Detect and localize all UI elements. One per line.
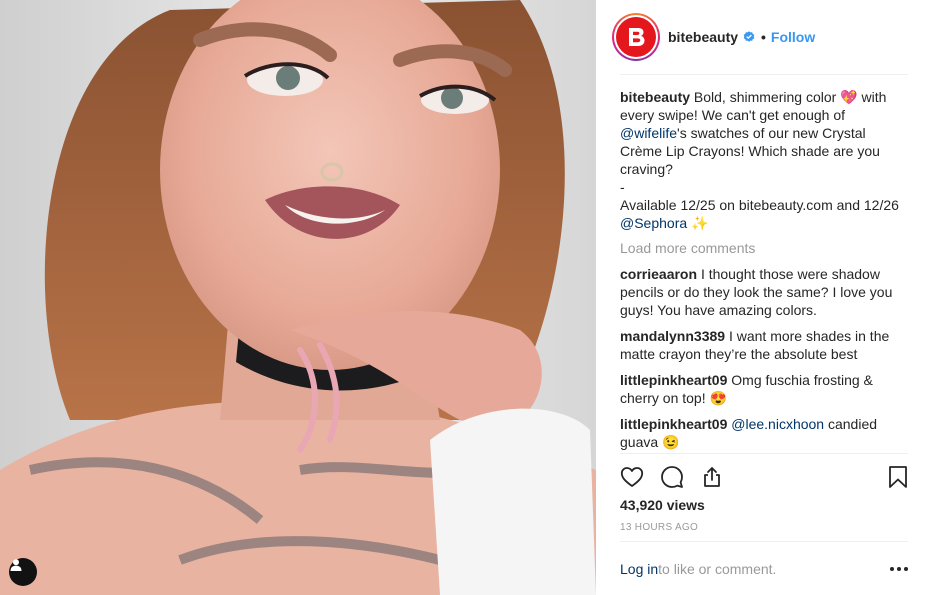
post-caption: bitebeauty Bold, shimmering color 💖 with… bbox=[620, 88, 910, 232]
user-tag-icon bbox=[10, 559, 22, 571]
follow-button[interactable]: Follow bbox=[771, 29, 815, 45]
comment-username[interactable]: littlepinkheart09 bbox=[620, 372, 727, 388]
bookmark-icon bbox=[889, 466, 907, 488]
login-prompt: Log in to like or comment. bbox=[620, 561, 910, 577]
comment-item: mandalynn3389 I want more shades in the … bbox=[620, 327, 910, 363]
login-link[interactable]: Log in bbox=[620, 561, 658, 577]
footer-divider bbox=[620, 541, 908, 542]
header-separator: • bbox=[761, 29, 766, 45]
like-button[interactable] bbox=[619, 464, 645, 490]
actions-divider bbox=[620, 453, 908, 454]
header-divider bbox=[620, 74, 908, 75]
avatar-story-ring[interactable] bbox=[612, 13, 660, 61]
user-tag-button[interactable] bbox=[9, 558, 37, 586]
login-prompt-text: to like or comment. bbox=[658, 561, 777, 577]
comment-item: littlepinkheart09 @lee.nicxhoon candied … bbox=[620, 415, 910, 451]
more-dot bbox=[897, 567, 901, 571]
post-photo bbox=[0, 0, 596, 595]
caption-username[interactable]: bitebeauty bbox=[620, 89, 690, 105]
comments-list: bitebeauty Bold, shimmering color 💖 with… bbox=[620, 88, 910, 451]
more-options-icon[interactable] bbox=[888, 563, 910, 575]
caption-dash: - bbox=[620, 179, 625, 195]
brand-logo-icon bbox=[629, 28, 645, 46]
comment-item: littlepinkheart09 Omg fuschia frosting &… bbox=[620, 371, 910, 407]
comment-mention[interactable]: @lee.nicxhoon bbox=[731, 416, 824, 432]
post-author-username[interactable]: bitebeauty bbox=[668, 29, 738, 45]
verified-badge-icon bbox=[743, 31, 755, 43]
post-panel: bitebeauty • Follow bitebeauty Bold, shi… bbox=[596, 0, 927, 595]
heart-icon bbox=[620, 467, 644, 487]
load-more-comments-button[interactable]: Load more comments bbox=[620, 239, 910, 257]
comment-icon bbox=[661, 466, 683, 488]
view-count[interactable]: 43,920 views bbox=[620, 497, 705, 513]
post-header: bitebeauty • Follow bbox=[612, 13, 904, 61]
comment-username[interactable]: littlepinkheart09 bbox=[620, 416, 727, 432]
share-button[interactable] bbox=[699, 464, 725, 490]
share-icon bbox=[704, 467, 720, 487]
avatar-border bbox=[614, 15, 658, 59]
comment-username[interactable]: corrieaaron bbox=[620, 266, 697, 282]
caption-text: ✨ bbox=[687, 215, 709, 231]
action-bar bbox=[619, 461, 911, 493]
caption-mention[interactable]: @wifelife bbox=[620, 125, 677, 141]
caption-text: Available 12/25 on bitebeauty.com and 12… bbox=[620, 197, 899, 213]
avatar bbox=[616, 17, 656, 57]
post-media[interactable] bbox=[0, 0, 596, 595]
caption-mention[interactable]: @Sephora bbox=[620, 215, 687, 231]
save-button[interactable] bbox=[885, 464, 911, 490]
more-dot bbox=[904, 567, 908, 571]
more-dot bbox=[890, 567, 894, 571]
comment-button[interactable] bbox=[659, 464, 685, 490]
comment-username[interactable]: mandalynn3389 bbox=[620, 328, 725, 344]
post-timestamp[interactable]: 13 HOURS AGO bbox=[620, 522, 698, 533]
comment-item: corrieaaron I thought those were shadow … bbox=[620, 265, 910, 319]
